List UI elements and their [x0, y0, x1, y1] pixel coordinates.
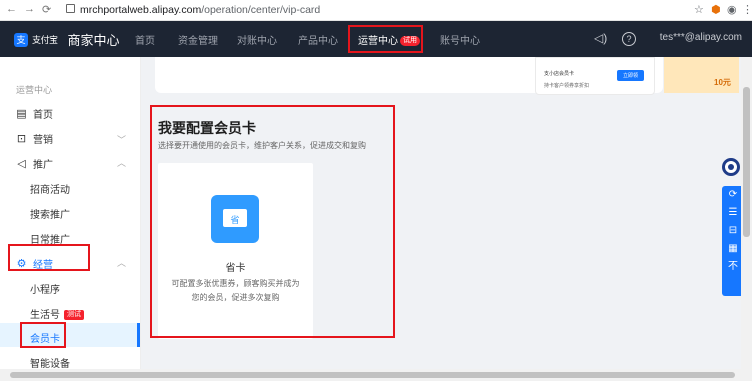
horizontal-scrollbar[interactable]: [0, 369, 752, 381]
chevron-down-icon: ﹀: [116, 135, 126, 145]
sidebar-sub-lifeaccount[interactable]: 生活号 测试: [30, 306, 84, 321]
chevron-up-icon: ︿: [116, 158, 126, 168]
home-icon: ▤: [16, 108, 27, 120]
speaker-icon[interactable]: ◁): [594, 31, 607, 45]
help-icon[interactable]: ?: [622, 32, 636, 46]
merchant-center-title: 商家中心: [67, 33, 120, 48]
promo-gold-panel: 10元: [664, 57, 739, 93]
selected-indicator: [137, 323, 140, 347]
sidebar-item-promotion[interactable]: ◁ 推广: [16, 156, 53, 171]
test-badge: 测试: [64, 310, 84, 321]
reload-icon[interactable]: ⟳: [42, 3, 51, 16]
browser-chrome: ← → ⟳ mrchportalweb.alipay.com/operation…: [0, 0, 752, 21]
alipay-logo-icon: 支: [14, 32, 28, 47]
url-text: mrchportalweb.alipay.com/operation/cente…: [80, 4, 321, 16]
highlight-box-config: [150, 105, 395, 338]
nav-item-account[interactable]: 账号中心: [440, 32, 480, 47]
extension-icon[interactable]: ⬢: [711, 3, 721, 16]
bag-icon: ⊡: [16, 133, 27, 145]
nav-item-products[interactable]: 产品中心: [298, 32, 338, 47]
megaphone-icon: ◁: [17, 158, 26, 170]
mini-member-card: 支小店会员卡 持卡客户领券享折扣 立即领: [535, 57, 655, 95]
sidebar-sub-smart-device[interactable]: 智能设备: [30, 355, 70, 370]
nav-item-funds[interactable]: 资金管理: [178, 32, 218, 47]
nav-item-home[interactable]: 首页: [135, 32, 155, 47]
nav-item-reconciliation[interactable]: 对账中心: [237, 32, 277, 47]
sidebar-section-title: 运营中心: [16, 85, 53, 95]
star-icon[interactable]: ☆: [694, 3, 704, 16]
back-icon[interactable]: ←: [6, 3, 17, 15]
sidebar-sub-miniprogram[interactable]: 小程序: [30, 281, 60, 296]
highlight-box-membership: [20, 322, 66, 348]
chevron-up-icon: ︿: [116, 258, 126, 268]
sidebar-sub-recruit[interactable]: 招商活动: [30, 181, 70, 196]
lock-icon: [66, 4, 75, 13]
sidebar-item-marketing[interactable]: ⊡ 营销: [16, 131, 53, 146]
brand[interactable]: 支 支付宝 商家中心: [14, 30, 120, 49]
highlight-box-nav: [348, 25, 423, 53]
sidebar-sub-search-promo[interactable]: 搜索推广: [30, 206, 70, 221]
vertical-scrollbar[interactable]: [741, 57, 752, 369]
account-email[interactable]: tes***@alipay.com: [660, 32, 742, 43]
mini-card-button[interactable]: 立即领: [616, 70, 644, 81]
logo-text: 支付宝: [32, 35, 58, 45]
sidebar-item-home[interactable]: ▤ 首页: [16, 106, 53, 121]
highlight-box-operation: [8, 244, 90, 271]
menu-icon[interactable]: ⋮: [742, 3, 752, 16]
address-bar[interactable]: mrchportalweb.alipay.com/operation/cente…: [64, 2, 674, 18]
forward-icon[interactable]: →: [24, 3, 35, 15]
profile-icon[interactable]: ◉: [727, 3, 737, 16]
